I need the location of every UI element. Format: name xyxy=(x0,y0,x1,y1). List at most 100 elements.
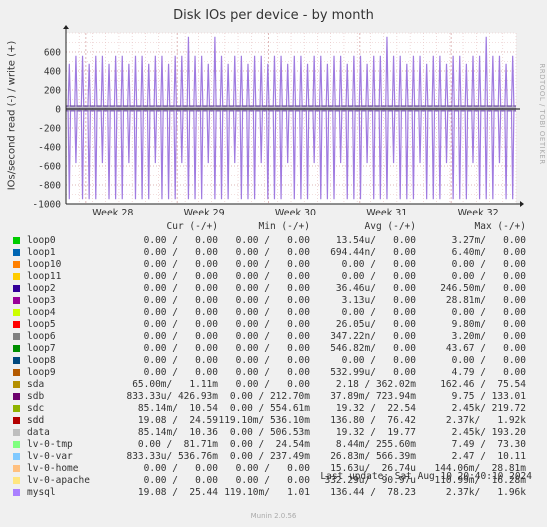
legend-avg: 8.44m/ 255.60m xyxy=(335,439,416,450)
legend-swatch xyxy=(13,369,20,376)
legend-cur: 85.14m/ 10.36 xyxy=(137,427,218,438)
legend-avg: 546.82m/ 0.00 xyxy=(330,343,416,354)
legend-row-loop2: loop2 0.00 / 0.00 0.00 / 0.00 36.46u/ 0.00 2… xyxy=(0,283,547,295)
x-tick-label: Week 30 xyxy=(275,208,316,215)
legend-swatch xyxy=(13,261,20,268)
legend-row-lv-0-tmp: lv-0-tmp 0.00 / 81.71m 0.00 / 24.54m 8.44m/… xyxy=(0,439,547,451)
legend-avg: 2.18 / 362.02m xyxy=(335,379,416,390)
legend-swatch xyxy=(13,405,20,412)
col-avg: Avg (-/+) xyxy=(364,221,416,232)
legend-cur: 0.00 / 0.00 xyxy=(143,367,218,378)
legend-avg: 26.05u/ 0.00 xyxy=(335,319,416,330)
legend-swatch xyxy=(13,273,20,280)
legend-avg: 136.44 / 78.23 xyxy=(330,487,416,498)
legend-cur: 0.00 / 0.00 xyxy=(143,307,218,318)
legend-min: 0.00 / 0.00 xyxy=(235,283,310,294)
legend-swatch xyxy=(13,441,20,448)
legend-cur: 0.00 / 0.00 xyxy=(143,295,218,306)
legend-cur: 19.08 / 24.59 xyxy=(137,415,218,426)
legend-max: 0.00 / 0.00 xyxy=(451,271,526,282)
legend-min: 0.00 / 554.61m xyxy=(229,403,310,414)
legend-avg: 0.00 / 0.00 xyxy=(341,259,416,270)
legend-min: 0.00 / 0.00 xyxy=(235,271,310,282)
legend-name: loop1 xyxy=(27,247,56,258)
legend-min: 0.00 / 237.49m xyxy=(229,451,310,462)
legend-cur: 0.00 / 0.00 xyxy=(143,355,218,366)
legend-name: loop11 xyxy=(27,271,62,282)
legend-swatch xyxy=(13,381,20,388)
legend-max: 0.00 / 0.00 xyxy=(451,307,526,318)
legend-swatch xyxy=(13,309,20,316)
munin-version: Munin 2.0.56 xyxy=(250,512,297,520)
legend-swatch xyxy=(13,429,20,436)
legend-swatch xyxy=(13,321,20,328)
legend-avg: 0.00 / 0.00 xyxy=(341,271,416,282)
legend-name: loop9 xyxy=(27,367,56,378)
legend-max: 28.81m/ 0.00 xyxy=(445,295,526,306)
legend-cur: 0.00 / 0.00 xyxy=(143,259,218,270)
legend-name: loop7 xyxy=(27,343,56,354)
legend-min: 0.00 / 506.53m xyxy=(229,427,310,438)
legend-cur: 833.33u/ 426.93m xyxy=(126,391,218,402)
legend-cur: 0.00 / 0.00 xyxy=(143,271,218,282)
legend-row-loop3: loop3 0.00 / 0.00 0.00 / 0.00 3.13u/ 0.00 28… xyxy=(0,295,547,307)
legend-swatch xyxy=(13,417,20,424)
y-tick-label: 600 xyxy=(44,48,61,59)
legend-avg: 19.32 / 22.54 xyxy=(335,403,416,414)
legend-cur: 0.00 / 81.71m xyxy=(137,439,218,450)
legend-cur: 833.33u/ 536.76m xyxy=(126,451,218,462)
legend-name: sda xyxy=(27,379,45,390)
legend-swatch xyxy=(13,345,20,352)
last-update: Last update: Sat Aug 10 20:40:10 2024 xyxy=(320,471,532,482)
legend-min: 0.00 / 0.00 xyxy=(235,331,310,342)
legend-max: 3.20m/ 0.00 xyxy=(451,331,526,342)
legend-min: 0.00 / 0.00 xyxy=(235,379,310,390)
legend-swatch xyxy=(13,237,20,244)
legend-name: loop2 xyxy=(27,283,56,294)
legend-row-sdb: sdb 833.33u/ 426.93m 0.00 / 212.70m 37.89m/… xyxy=(0,391,547,403)
legend-name: lv-0-var xyxy=(27,451,73,462)
legend-swatch xyxy=(13,393,20,400)
disk-io-chart: -1000-800-600-400-2000200400600 Week 28 W… xyxy=(32,25,524,215)
legend-name: loop4 xyxy=(27,307,56,318)
col-max: Max (-/+) xyxy=(474,221,526,232)
legend-swatch xyxy=(13,357,20,364)
legend-swatch xyxy=(13,297,20,304)
col-cur: Cur (-/+) xyxy=(166,221,218,232)
legend-row-mysql: mysql 19.08 / 25.44 119.10m/ 1.01 136.44 / … xyxy=(0,487,547,499)
legend-name: sdd xyxy=(27,415,45,426)
legend-min: 0.00 / 24.54m xyxy=(229,439,310,450)
legend-avg: 532.99u/ 0.00 xyxy=(330,367,416,378)
legend-row-lv-0-var: lv-0-var 833.33u/ 536.76m 0.00 / 237.49m 26… xyxy=(0,451,547,463)
legend-row-loop1: loop1 0.00 / 0.00 0.00 / 0.00 694.44n/ 0.00… xyxy=(0,247,547,259)
legend-min: 0.00 / 0.00 xyxy=(235,319,310,330)
legend-max: 0.00 / 0.00 xyxy=(451,355,526,366)
legend-row-loop11: loop11 0.00 / 0.00 0.00 / 0.00 0.00 / 0.00 0… xyxy=(0,271,547,283)
legend-name: loop3 xyxy=(27,295,56,306)
legend-swatch xyxy=(13,285,20,292)
legend-row-sdd: sdd 19.08 / 24.59 119.10m/ 536.10m 136.80 /… xyxy=(0,415,547,427)
x-tick-label: Week 28 xyxy=(92,208,133,215)
legend-max: 3.27m/ 0.00 xyxy=(451,235,526,246)
legend-max: 7.49 / 73.30 xyxy=(451,439,526,450)
y-tick-label: -1000 xyxy=(32,200,61,211)
legend-name: data xyxy=(27,427,50,438)
legend-avg: 694.44n/ 0.00 xyxy=(330,247,416,258)
legend-name: loop5 xyxy=(27,319,56,330)
legend-name: loop0 xyxy=(27,235,56,246)
legend-avg: 37.89m/ 723.94m xyxy=(330,391,416,402)
legend-row-data: data 85.14m/ 10.36 0.00 / 506.53m 19.32 / 1… xyxy=(0,427,547,439)
legend-avg: 347.22n/ 0.00 xyxy=(330,331,416,342)
legend-avg: 36.46u/ 0.00 xyxy=(335,283,416,294)
legend-cur: 65.00m/ 1.11m xyxy=(132,379,218,390)
x-tick-label: Week 31 xyxy=(366,208,407,215)
legend-name: loop6 xyxy=(27,331,56,342)
y-tick-label: -400 xyxy=(38,143,61,154)
y-tick-label: 400 xyxy=(44,67,61,78)
legend-min: 119.10m/ 1.01 xyxy=(224,487,310,498)
legend-max: 2.45k/ 193.20 xyxy=(451,427,526,438)
legend-row-loop10: loop10 0.00 / 0.00 0.00 / 0.00 0.00 / 0.00 0… xyxy=(0,259,547,271)
legend-row-loop4: loop4 0.00 / 0.00 0.00 / 0.00 0.00 / 0.00 0.… xyxy=(0,307,547,319)
legend-row-loop9: loop9 0.00 / 0.00 0.00 / 0.00 532.99u/ 0.00… xyxy=(0,367,547,379)
legend-name: lv-0-tmp xyxy=(27,439,73,450)
